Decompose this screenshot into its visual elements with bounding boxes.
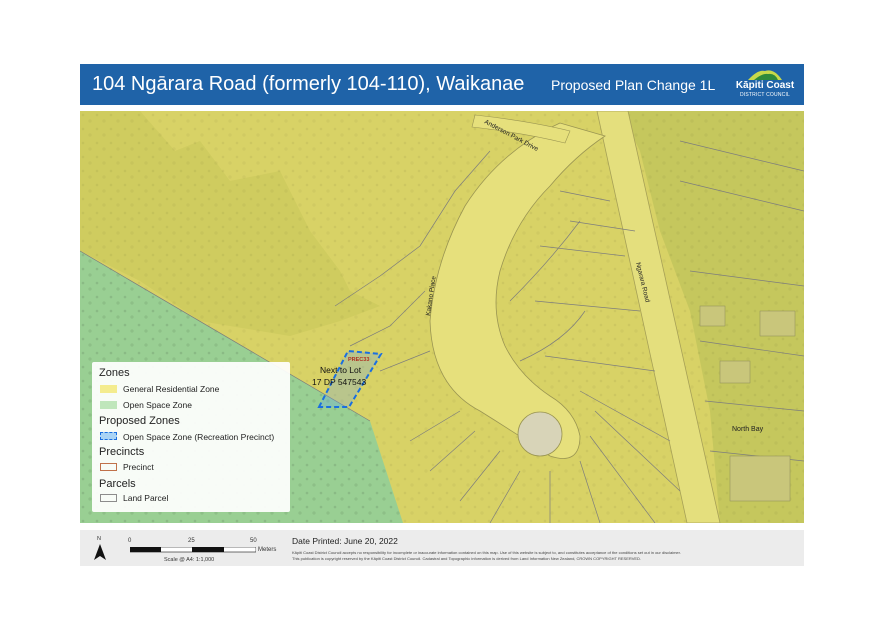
scale-bar xyxy=(130,547,256,553)
site-label-line2: 17 DP 547543 xyxy=(312,377,366,387)
legend-precincts-heading: Precincts xyxy=(99,446,145,458)
legend-recreation-swatch xyxy=(100,432,117,440)
scale-text: Scale @ A4: 1:1,000 xyxy=(164,557,215,563)
legend-parcel-label: Land Parcel xyxy=(123,493,169,503)
north-arrow-icon xyxy=(94,544,106,560)
logo-mountain-icon xyxy=(748,70,782,80)
legend-precinct-swatch xyxy=(100,463,117,471)
legend-residential-swatch xyxy=(100,385,117,393)
date-printed: Date Printed: June 20, 2022 xyxy=(292,536,398,546)
legend-parcels-heading: Parcels xyxy=(99,478,136,490)
north-label: N xyxy=(97,536,101,542)
scale-0: 0 xyxy=(128,538,132,544)
council-logo: Kāpiti Coast DISTRICT COUNCIL xyxy=(730,67,800,101)
cul-de-sac xyxy=(517,411,563,457)
legend-recreation-label: Open Space Zone (Recreation Precinct) xyxy=(123,432,275,442)
north-bay-label: North Bay xyxy=(732,426,764,433)
legend-precinct-label: Precinct xyxy=(123,462,154,472)
map-header: 104 Ngārara Road (formerly 104-110), Wai… xyxy=(80,64,804,105)
legend-zones-heading: Zones xyxy=(99,367,130,379)
legend-residential-label: General Residential Zone xyxy=(123,384,220,394)
site-label-line1: Next to Lot xyxy=(320,365,362,375)
map-footer: N 0 25 50 Meters Scale @ A4: 1:1,000 Dat… xyxy=(80,530,804,566)
legend-proposed-heading: Proposed Zones xyxy=(99,415,180,427)
disclaimer-line1: Kāpiti Coast District Council accepts no… xyxy=(292,550,681,555)
map-title: 104 Ngārara Road (formerly 104-110), Wai… xyxy=(92,73,525,95)
scale-25: 25 xyxy=(188,538,195,544)
scale-unit: Meters xyxy=(258,547,277,553)
logo-subtitle: DISTRICT COUNCIL xyxy=(739,92,791,98)
plan-change-label: Proposed Plan Change 1L xyxy=(551,77,716,93)
legend-parcel-swatch xyxy=(100,494,117,502)
logo-name: Kāpiti Coast xyxy=(735,80,795,91)
disclaimer-line2: This publication is copyright reserved b… xyxy=(292,556,642,561)
scale-50: 50 xyxy=(250,538,257,544)
legend-open-space-swatch xyxy=(100,401,117,409)
legend-open-space-label: Open Space Zone xyxy=(123,400,192,410)
map-legend: Zones General Residential Zone Open Spac… xyxy=(92,362,290,512)
site-tag-label: PREC33 xyxy=(348,357,369,363)
